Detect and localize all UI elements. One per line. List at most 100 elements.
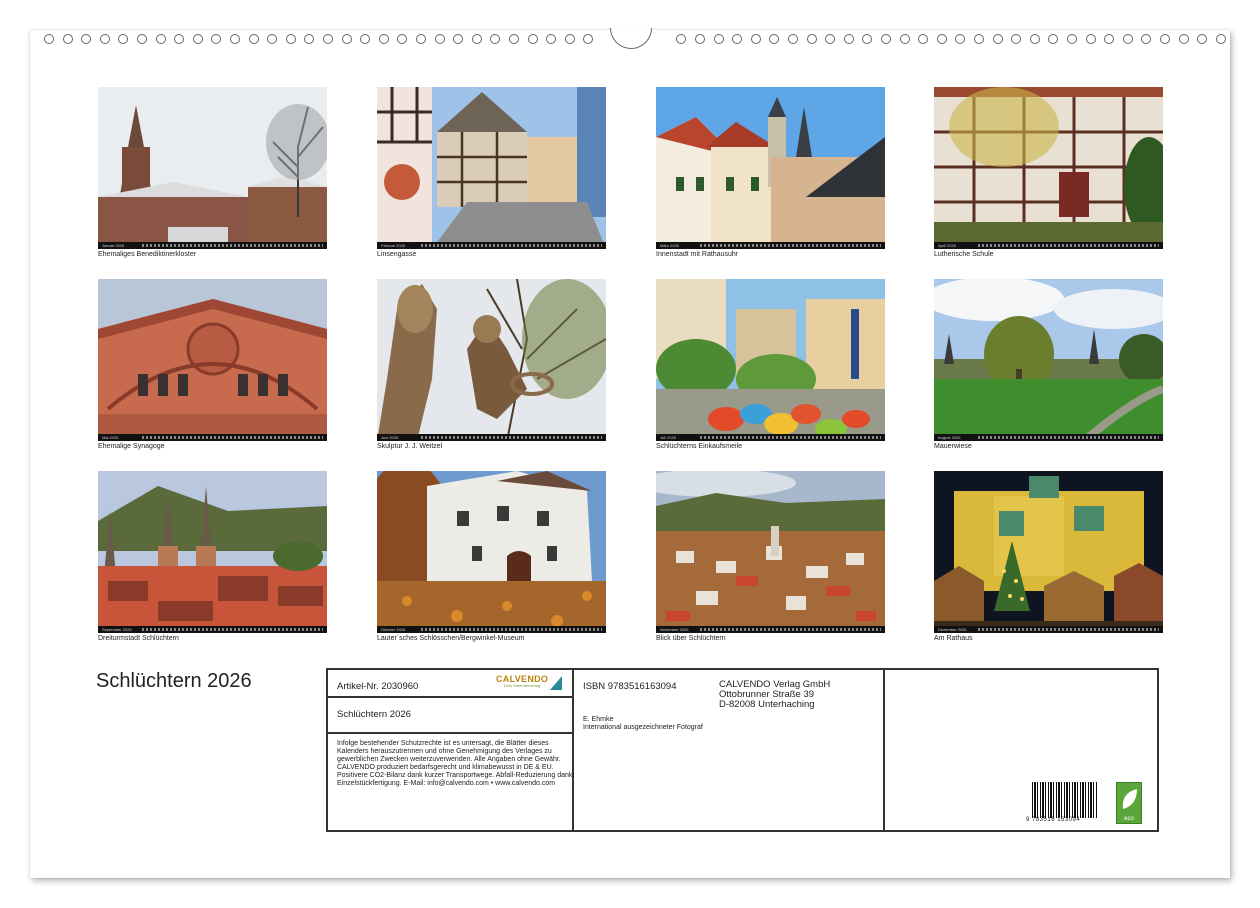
month-label: Juli 2026: [660, 435, 677, 440]
month-label: Dezember 2026: [938, 627, 967, 632]
binding-hole: [992, 34, 1003, 44]
isbn: ISBN 9783516163094: [583, 681, 677, 692]
binding-hole: [304, 34, 315, 44]
binding-hole: [1178, 34, 1189, 44]
photo-february: Februar 2026: [377, 87, 606, 249]
binding-hole: [936, 34, 947, 44]
binding-hole: [248, 34, 259, 44]
imprint-box: Artikel-Nr. 2030960 CALVENDO Dein Kalend…: [326, 668, 1159, 832]
binding-hole: [788, 34, 798, 44]
binding-hole: [583, 34, 594, 44]
caption-october: Lauter´sches Schlösschen/Bergwinkel-Muse…: [377, 635, 525, 642]
month-label: Oktober 2026: [381, 627, 406, 632]
binding-hole: [825, 34, 836, 44]
caption-february: Linsengasse: [377, 251, 417, 258]
photo-december: Dezember 2026: [934, 471, 1163, 633]
photo-june: Juni 2026: [377, 279, 606, 441]
binding-hole: [713, 34, 724, 44]
binding-hole: [81, 34, 92, 44]
binding-hole: [1122, 34, 1133, 44]
binding-hole: [974, 34, 984, 44]
binding-hole: [1104, 34, 1115, 44]
isbn-barcode: [1032, 782, 1098, 818]
binding-hole: [899, 34, 910, 44]
eco-label-icon: eco: [1116, 782, 1142, 824]
calendar-title: Schlüchtern 2026: [96, 670, 252, 692]
month-label: März 2026: [660, 243, 679, 248]
month-label: August 2026: [938, 435, 961, 440]
binding-hole: [732, 34, 743, 44]
barcode-number: 9 783516 163094: [1026, 817, 1081, 823]
binding-hole: [1048, 34, 1059, 44]
publisher-address: CALVENDO Verlag GmbH Ottobrunner Straße …: [719, 679, 831, 710]
photo-march: März 2026: [656, 87, 885, 249]
month-label: November 2026: [660, 627, 689, 632]
binding-hole: [1160, 34, 1170, 44]
photo-april: April 2026: [934, 87, 1163, 249]
caption-july: Schlüchterns Einkaufsmeile: [656, 443, 742, 450]
binding-hole: [862, 34, 873, 44]
photo-august: August 2026: [934, 279, 1163, 441]
caption-august: Mauerwiese: [934, 443, 972, 450]
binding-hole: [1029, 34, 1040, 44]
caption-january: Ehemaliges Benediktinerkloster: [98, 251, 197, 258]
binding-hole: [416, 34, 426, 44]
binding-hole: [676, 34, 687, 44]
imprint-title: Schlüchtern 2026: [337, 709, 411, 720]
binding-hole: [434, 34, 445, 44]
binding-hole: [1067, 34, 1077, 44]
binding-hole: [211, 34, 222, 44]
binding-hole: [44, 34, 54, 44]
legal-notice: Infolge bestehender Schutzrechte ist es …: [337, 740, 573, 787]
photo-october: Oktober 2026: [377, 471, 606, 633]
binding-hole: [546, 34, 557, 44]
binding-hole: [360, 34, 371, 44]
month-label: Januar 2026: [102, 243, 125, 248]
binding-hole: [806, 34, 817, 44]
binding-hole: [509, 34, 519, 44]
binding-hole: [62, 34, 73, 44]
author-name: E. Ehmke: [583, 716, 614, 723]
photo-september: September 2026: [98, 471, 327, 633]
calvendo-logo: CALVENDO Dein Kalenderverlag: [496, 674, 549, 688]
binding-hole: [471, 34, 482, 44]
binding-hole: [397, 34, 408, 44]
binding-hole: [769, 34, 780, 44]
binding-hole: [955, 34, 966, 44]
caption-november: Blick über Schlüchtern: [656, 635, 726, 642]
calendar-sheet: Januar 2026 Ehemaliges Benediktinerklost…: [30, 28, 1230, 878]
binding-hole: [843, 34, 854, 44]
photo-july: Juli 2026: [656, 279, 885, 441]
binding-hole: [99, 34, 110, 44]
month-label: September 2026: [102, 627, 132, 632]
calvendo-mark-icon: [550, 676, 562, 690]
binding-hole: [285, 34, 296, 44]
binding-hole: [564, 34, 575, 44]
caption-june: Skulptur J. J. Weitzel: [377, 443, 443, 450]
binding-hole: [1085, 34, 1096, 44]
binding-hole: [1197, 34, 1208, 44]
article-number: Artikel-Nr. 2030960: [337, 681, 419, 692]
binding-hole: [137, 34, 147, 44]
caption-april: Lutherische Schule: [934, 251, 994, 258]
photo-may: Mai 2026: [98, 279, 327, 441]
binding-hole: [1141, 34, 1152, 44]
month-label: Mai 2026: [102, 435, 119, 440]
caption-december: Am Rathaus: [934, 635, 973, 642]
binding-hole: [378, 34, 389, 44]
month-label: Februar 2026: [381, 243, 406, 248]
binding-hole: [881, 34, 891, 44]
binding-hole: [155, 34, 166, 44]
binding-hole: [174, 34, 185, 44]
binding-hole: [453, 34, 464, 44]
caption-march: Innenstadt mit Rathausuhr: [656, 251, 739, 258]
author-note: International ausgezeichneter Fotograf: [583, 724, 703, 731]
binding-hole: [527, 34, 538, 44]
binding-hole: [1215, 34, 1226, 44]
photo-november: November 2026: [656, 471, 885, 633]
month-label: April 2026: [938, 243, 957, 248]
binding-hole: [918, 34, 929, 44]
binding-hole: [118, 34, 129, 44]
binding-hole: [323, 34, 333, 44]
binding-hole: [192, 34, 203, 44]
